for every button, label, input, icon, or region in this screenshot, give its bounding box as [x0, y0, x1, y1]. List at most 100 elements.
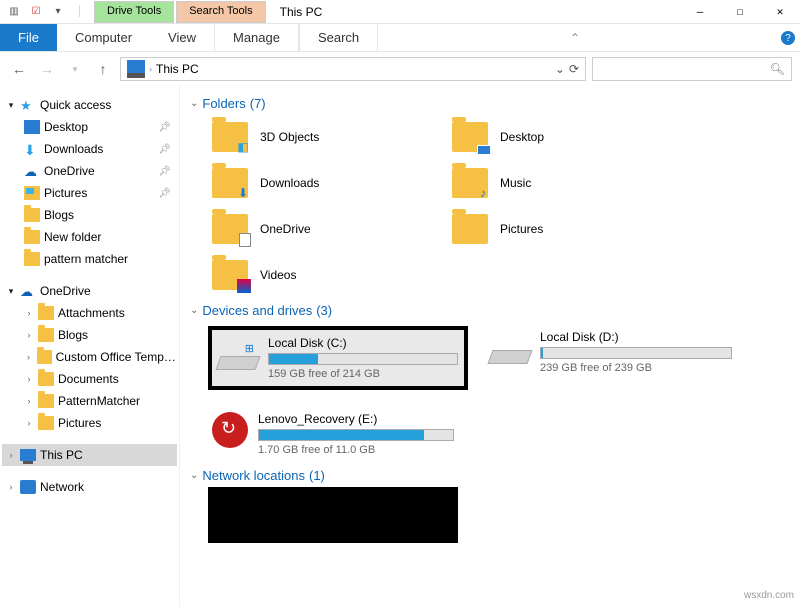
drive-usage-bar [258, 429, 454, 441]
chevron-down-icon[interactable]: ⌄ [190, 305, 198, 316]
folder-item[interactable]: Desktop [430, 115, 670, 159]
address-dropdown-icon[interactable]: ⌄ [555, 62, 565, 76]
tree-this-pc[interactable]: › This PC [2, 444, 177, 466]
chevron-right-icon[interactable]: › [6, 482, 16, 492]
this-pc-icon [127, 60, 145, 78]
folder-label: 3D Objects [260, 130, 319, 144]
qat-dropdown-icon[interactable]: ▾ [50, 4, 66, 20]
context-tab-search-tools: Search Tools [176, 1, 265, 23]
folder-item[interactable]: ◧ 3D Objects [190, 115, 430, 159]
drive-item[interactable]: ⊞Local Disk (C:)159 GB free of 214 GB [208, 326, 468, 390]
back-button[interactable]: ← [8, 58, 30, 80]
refresh-button[interactable]: ⟳ [569, 62, 579, 76]
maximize-button[interactable]: ☐ [720, 0, 760, 24]
group-header-folders[interactable]: ⌄ Folders (7) [190, 92, 800, 115]
quick-access-icon: ★ [20, 98, 36, 112]
ribbon-tab-manage[interactable]: Manage [214, 24, 299, 51]
folder-item[interactable]: ♪Music [430, 161, 670, 205]
folder-item[interactable]: Pictures [430, 207, 670, 251]
tree-item-label: pattern matcher [44, 252, 128, 266]
drive-item[interactable]: Lenovo_Recovery (E:)1.70 GB free of 11.0… [208, 408, 458, 460]
drive-item[interactable]: Local Disk (D:)239 GB free of 239 GB [486, 326, 736, 390]
recent-dropdown[interactable]: ▾ [64, 58, 86, 80]
chevron-down-icon[interactable]: ▾ [6, 100, 16, 111]
help-button[interactable]: ? [776, 24, 800, 52]
tree-item[interactable]: New folder [2, 226, 177, 248]
tree-item[interactable]: Pictures📌︎ [2, 182, 177, 204]
tree-onedrive[interactable]: ▾ ☁ OneDrive [2, 280, 177, 302]
tree-item[interactable]: › Pictures [2, 412, 177, 434]
chevron-down-icon[interactable]: ▾ [6, 286, 16, 297]
onedrive-icon: ☁ [24, 164, 40, 178]
network-location-redacted[interactable] [208, 487, 458, 543]
desktop-icon [24, 120, 40, 134]
tree-item[interactable]: pattern matcher [2, 248, 177, 270]
ribbon-tab-search[interactable]: Search [299, 24, 378, 51]
tree-item[interactable]: › Blogs [2, 324, 177, 346]
ribbon-tab-computer[interactable]: Computer [57, 24, 150, 51]
search-box[interactable]: 🔍︎ [592, 57, 792, 81]
tree-item-label: Documents [58, 372, 119, 386]
tree-item-label: Blogs [58, 328, 88, 342]
folder-label: Music [500, 176, 531, 190]
group-header-drives[interactable]: ⌄ Devices and drives (3) [190, 299, 800, 322]
up-button[interactable]: ↑ [92, 58, 114, 80]
tree-item-label: Pictures [44, 186, 87, 200]
tree-quick-access[interactable]: ▾ ★ Quick access [2, 94, 177, 116]
chevron-right-icon[interactable]: › [24, 396, 34, 406]
chevron-right-icon[interactable]: › [24, 418, 34, 428]
tree-item[interactable]: ›PatternMatcher [2, 390, 177, 412]
search-icon: 🔍︎ [770, 62, 785, 76]
ribbon-tab-view[interactable]: View [150, 24, 214, 51]
downloads-icon: ⬇ [24, 142, 40, 156]
folder-icon [38, 306, 54, 320]
onedrive-icon: ☁ [20, 284, 36, 298]
chevron-right-icon[interactable]: › [24, 352, 33, 362]
drive-usage-bar [268, 353, 458, 365]
chevron-down-icon[interactable]: ⌄ [190, 470, 198, 481]
qat-separator: │ [72, 4, 88, 20]
folder-icon: ⬇ [212, 168, 248, 198]
folder-icon: ◧ [212, 122, 248, 152]
folder-item[interactable]: OneDrive [190, 207, 430, 251]
tree-item[interactable]: › Documents [2, 368, 177, 390]
pin-icon: 📌︎ [158, 122, 177, 133]
folder-label: Downloads [260, 176, 319, 190]
tree-network[interactable]: › Network [2, 476, 177, 498]
chevron-right-icon[interactable]: › [24, 374, 34, 384]
ribbon-file-tab[interactable]: File [0, 24, 57, 51]
forward-button[interactable]: → [36, 58, 58, 80]
folder-icon [212, 214, 248, 244]
drive-free-text: 239 GB free of 239 GB [540, 362, 732, 374]
file-explorer-icon: ▥ [6, 4, 22, 20]
folder-icon [212, 260, 248, 290]
window-title: This PC [268, 5, 335, 19]
address-bar[interactable]: › This PC ⌄ ⟳ [120, 57, 586, 81]
chevron-down-icon[interactable]: ⌄ [190, 98, 198, 109]
chevron-right-icon[interactable]: › [24, 330, 34, 340]
tree-item-label: Pictures [58, 416, 101, 430]
chevron-right-icon[interactable]: › [24, 308, 34, 318]
minimize-button[interactable]: — [680, 0, 720, 24]
drive-free-text: 1.70 GB free of 11.0 GB [258, 444, 454, 456]
chevron-right-icon[interactable]: › [6, 450, 16, 460]
folder-item[interactable]: Videos [190, 253, 430, 297]
tree-item[interactable]: Blogs [2, 204, 177, 226]
folder-icon [24, 252, 40, 266]
folder-label: OneDrive [260, 222, 311, 236]
folder-item[interactable]: ⬇ Downloads [190, 161, 430, 205]
close-button[interactable]: ✕ [760, 0, 800, 24]
tree-item[interactable]: ☁OneDrive📌︎ [2, 160, 177, 182]
folder-icon [38, 416, 54, 430]
ribbon: File Computer View Manage Search ⌃ ? [0, 24, 800, 52]
tree-item[interactable]: ›Custom Office Templates [2, 346, 177, 368]
ribbon-collapse-button[interactable]: ⌃ [563, 24, 587, 52]
pic-icon [24, 186, 40, 200]
tree-item[interactable]: Desktop📌︎ [2, 116, 177, 138]
properties-icon[interactable]: ☑ [28, 4, 44, 20]
tree-item[interactable]: ⬇Downloads📌︎ [2, 138, 177, 160]
folder-icon [38, 372, 54, 386]
drive-usage-bar [540, 347, 732, 359]
group-header-network[interactable]: ⌄ Network locations (1) [190, 464, 800, 487]
tree-item[interactable]: ›Attachments [2, 302, 177, 324]
